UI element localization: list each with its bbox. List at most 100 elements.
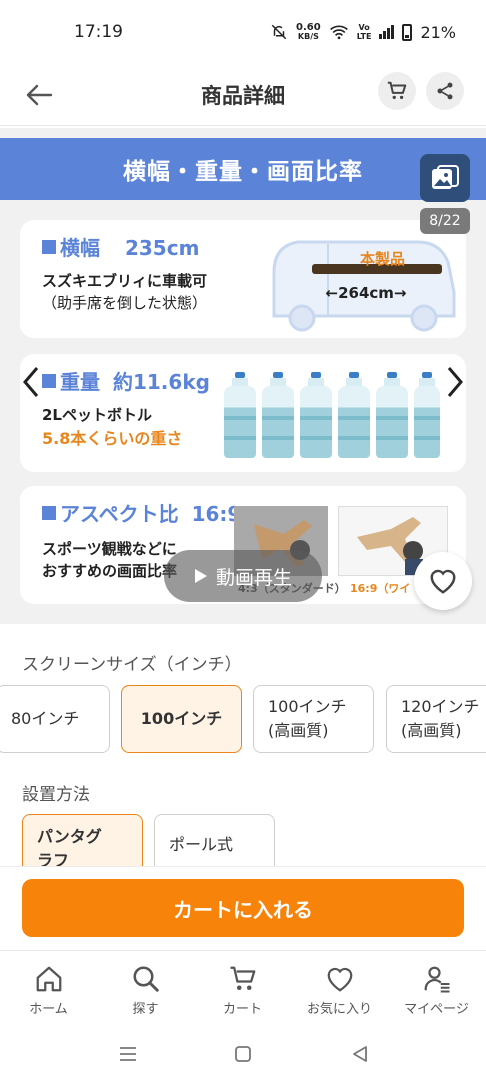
weight-card: 重量 約11.6kg 2Lペットボトル 5.8本くらいの重さ [20, 354, 466, 472]
product-image-carousel[interactable]: 横幅・重量・画面比率 横幅 235cm スズキエブリィに車載可 （助手席を倒した… [0, 128, 486, 624]
width-card: 横幅 235cm スズキエブリィに車載可 （助手席を倒した状態） 本製品 ←26… [20, 220, 466, 338]
dimension-left-arrow: ← [325, 284, 339, 302]
battery-icon [402, 23, 413, 41]
heart-icon [430, 569, 456, 594]
image-banner: 横幅・重量・画面比率 [0, 138, 486, 200]
battery-level: 21% [420, 22, 456, 42]
header-cart-button[interactable] [378, 72, 416, 110]
caption-wide: 16:9（ワイ [350, 582, 411, 595]
chevron-left-icon [23, 367, 39, 397]
image-counter: 8/22 [420, 208, 470, 234]
volte-tag-bottom: LTE [356, 32, 372, 41]
nav-home-label: ホーム [29, 1001, 68, 1017]
width-title: 横幅 235cm [42, 232, 199, 261]
square-icon [235, 1046, 251, 1062]
volte-tag: Vo LTE [357, 23, 372, 41]
bottle [300, 372, 332, 458]
install-option-pantograph[interactable]: パンタグ ラフ [22, 814, 143, 874]
nav-cart[interactable]: カート [194, 951, 291, 1029]
aspect-title: アスペクト比 16:9 [42, 498, 241, 527]
install-method-label: 設置方法 [22, 785, 90, 805]
heart-icon [327, 967, 352, 992]
van-illustration [272, 240, 456, 332]
nav-favorites-label: お気に入り [306, 1001, 372, 1017]
cta-bar: カートに入れる [0, 866, 486, 950]
aspect-label: アスペクト比 [60, 502, 179, 526]
mute-icon [271, 24, 287, 40]
system-back-button[interactable] [346, 1040, 374, 1068]
signal-icon [379, 25, 395, 39]
favorite-button[interactable] [414, 552, 472, 610]
nav-search-label: 探す [132, 1001, 159, 1017]
nav-cart-label: カート [222, 1001, 262, 1017]
size-option-label: 80インチ [11, 709, 80, 728]
volte-tag-top: Vo [358, 23, 370, 32]
bullet-square [42, 240, 56, 254]
weight-title: 重量 約11.6kg [42, 366, 210, 395]
network-speed-value: 0.60 [296, 22, 321, 33]
size-option-sublabel: (高画質) [401, 721, 462, 740]
weight-label: 重量 [60, 370, 100, 394]
network-speed: 0.60 KB/S [296, 22, 321, 42]
install-option-label: パンタグ [37, 827, 102, 846]
size-option-label: 100インチ [268, 697, 347, 716]
bottles-illustration [224, 372, 452, 458]
menu-lines-icon [120, 1047, 136, 1061]
home-icon [36, 966, 61, 991]
recent-apps-button[interactable] [114, 1040, 142, 1068]
size-option-label: 100インチ [140, 709, 223, 728]
carousel-prev-button[interactable] [18, 364, 44, 400]
wifi-icon [329, 25, 348, 40]
home-system-button[interactable] [229, 1040, 257, 1068]
status-bar: 17:19 0.60 KB/S Vo LTE 21% [0, 0, 486, 64]
nav-home[interactable]: ホーム [0, 951, 97, 1029]
nav-search[interactable]: 探す [97, 951, 194, 1029]
size-option-80[interactable]: 80インチ [0, 685, 110, 753]
bullet-square [42, 374, 56, 388]
width-label: 横幅 [60, 236, 100, 260]
width-line-2: （助手席を倒した状態） [42, 294, 208, 312]
bottle [414, 372, 440, 458]
weight-highlight: 5.8本くらいの重さ [42, 429, 183, 448]
image-gallery-icon [432, 165, 459, 189]
width-line-1: スズキエブリィに車載可 [42, 272, 208, 290]
nav-favorites[interactable]: お気に入り [291, 951, 388, 1029]
cart-icon [230, 966, 255, 990]
add-to-cart-button[interactable]: カートに入れる [22, 879, 464, 937]
share-icon [437, 82, 453, 100]
aspect-line-2: おすすめの画面比率 [42, 562, 178, 580]
network-speed-unit: KB/S [297, 32, 319, 41]
dimension-label: ←264cm→ [296, 284, 436, 302]
back-arrow-icon [26, 84, 53, 106]
screen-size-label: スクリーンサイズ（インチ） [22, 655, 242, 675]
carousel-next-button[interactable] [442, 364, 468, 400]
install-option-pole[interactable]: ポール式 [154, 814, 275, 874]
play-icon [194, 569, 207, 583]
aspect-line-1: スポーツ観戦などに [42, 540, 177, 558]
dimension-right-arrow: → [393, 284, 407, 302]
bottom-navigation: ホーム 探す カート お気に入り マイページ [0, 950, 486, 1028]
nav-mypage-label: マイページ [404, 1001, 469, 1017]
play-video-button[interactable]: 動画再生 [164, 550, 322, 602]
size-option-120-hq[interactable]: 120インチ (高画質) [386, 685, 486, 753]
share-button[interactable] [426, 72, 464, 110]
nav-mypage[interactable]: マイページ [388, 951, 485, 1029]
size-option-100-hq[interactable]: 100インチ (高画質) [253, 685, 374, 753]
size-option-sublabel: (高画質) [268, 721, 329, 740]
app-header: 商品詳細 [0, 64, 486, 126]
cart-icon [387, 81, 407, 100]
back-button[interactable] [22, 78, 56, 112]
size-option-label: 120インチ [401, 697, 480, 716]
size-option-100[interactable]: 100インチ [121, 685, 242, 753]
bottle [224, 372, 256, 458]
width-value: 235cm [124, 236, 200, 260]
bottle [262, 372, 294, 458]
triangle-back-icon [353, 1046, 367, 1062]
bullet-square [42, 506, 56, 520]
install-option-label: ポール式 [169, 834, 234, 854]
status-time: 17:19 [74, 22, 123, 42]
search-icon [133, 966, 159, 992]
person-icon [424, 966, 449, 992]
play-video-label: 動画再生 [215, 566, 292, 589]
gallery-view-button[interactable] [420, 154, 470, 202]
